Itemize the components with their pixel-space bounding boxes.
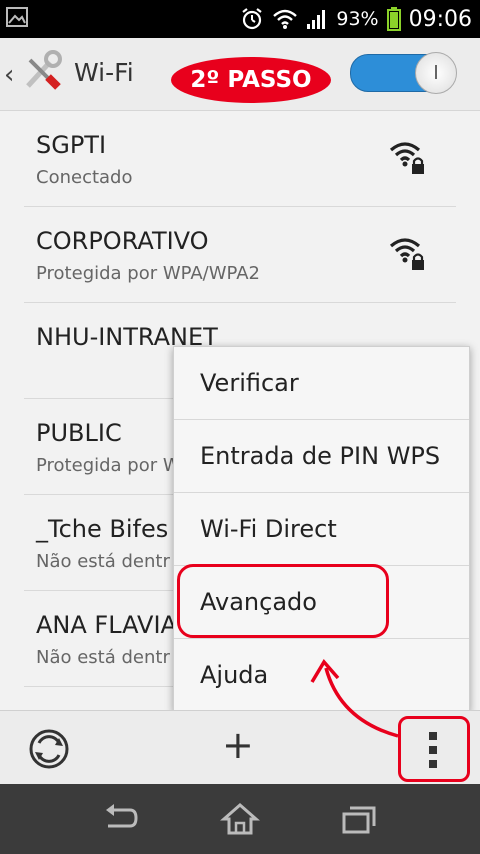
network-status: Não está dentr	[36, 551, 170, 572]
network-ssid: PUBLIC	[36, 419, 122, 447]
up-chevron-icon[interactable]: ‹	[4, 60, 14, 90]
network-ssid: _Tche Bifes	[36, 515, 169, 543]
add-network-button[interactable]: +	[222, 723, 254, 767]
wps-icon[interactable]	[28, 728, 70, 770]
image-notification-icon	[6, 7, 28, 27]
status-bar: 93% 09:06	[0, 0, 480, 38]
network-item[interactable]: CORPORATIVO Protegida por WPA/WPA2	[24, 207, 456, 303]
menu-item-wps-pin[interactable]: Entrada de PIN WPS	[174, 420, 469, 493]
back-icon[interactable]	[100, 802, 140, 836]
network-ssid: ANA FLAVIA	[36, 611, 177, 639]
highlight-avancado	[177, 564, 389, 638]
network-status: Não está dentr	[36, 647, 170, 668]
alarm-icon	[242, 8, 263, 30]
page-title: Wi-Fi	[74, 58, 134, 87]
signal-icon	[307, 10, 326, 29]
navigation-bar	[0, 784, 480, 854]
network-status: Conectado	[36, 167, 133, 188]
wifi-lock-icon	[389, 238, 424, 270]
wifi-lock-icon	[389, 142, 424, 174]
network-status: Protegida por W	[36, 455, 181, 476]
step-badge: 2º PASSO	[171, 57, 331, 103]
wifi-status-icon	[273, 9, 298, 29]
annotation-arrow-icon	[310, 659, 399, 738]
menu-item-wifi-direct[interactable]: Wi-Fi Direct	[174, 493, 469, 566]
network-status: Protegida por WPA/WPA2	[36, 263, 260, 284]
home-icon[interactable]	[220, 802, 260, 836]
network-ssid: SGPTI	[36, 131, 107, 159]
battery-icon	[386, 7, 401, 31]
network-item[interactable]: SGPTI Conectado	[24, 111, 456, 207]
menu-item-verificar[interactable]: Verificar	[174, 347, 469, 420]
recents-icon[interactable]	[340, 802, 380, 836]
wifi-toggle[interactable]	[350, 52, 457, 94]
toggle-knob[interactable]	[415, 52, 457, 94]
battery-percent: 93%	[336, 8, 379, 30]
network-ssid: CORPORATIVO	[36, 227, 209, 255]
settings-tools-icon[interactable]	[20, 50, 64, 94]
clock: 09:06	[408, 6, 472, 32]
